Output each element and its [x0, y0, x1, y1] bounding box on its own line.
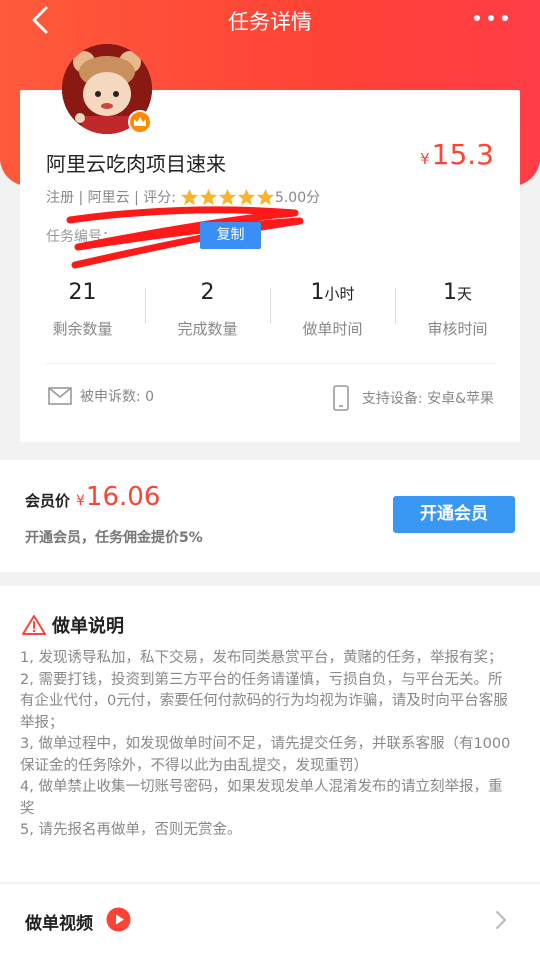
task-title: 阿里云吃肉项目速来 — [46, 152, 226, 176]
list-item: 2, 需要打钱，投资到第三方平台的任务请谨慎，亏损自负，与平台无关。所有企业代付… — [20, 671, 508, 731]
member-section: 会员价 ¥16.06 开通会员，任务佣金提价5% 开通会员 — [0, 460, 540, 572]
copy-button[interactable]: 复制 — [200, 222, 261, 249]
vip-crown-icon — [128, 110, 152, 134]
divider — [270, 288, 271, 324]
divider — [395, 288, 396, 324]
envelope-icon — [48, 387, 72, 405]
divider — [145, 288, 146, 324]
stat-work-time: 1小时 做单时间 — [302, 280, 363, 338]
task-video-row[interactable]: 做单视频 — [0, 883, 540, 956]
instructions-list: 1, 发现诱导私加，私下交易，发布同类悬赏平台，黄赌的任务，举报有奖； 2, 需… — [20, 648, 512, 842]
stat-completed: 2 完成数量 — [177, 280, 238, 338]
phone-icon — [333, 385, 349, 411]
list-item: 1, 发现诱导私加，私下交易，发布同类悬赏平台，黄赌的任务，举报有奖； — [20, 650, 503, 666]
stat-review-time: 1天 审核时间 — [427, 280, 488, 338]
more-options-icon[interactable] — [474, 10, 508, 26]
list-item: 5, 请先报名再做单，否则无赏金。 — [20, 822, 242, 838]
divider — [46, 363, 496, 364]
instructions-title: 做单说明 — [52, 616, 124, 637]
member-benefit-text: 开通会员，任务佣金提价5% — [25, 530, 203, 546]
instructions-section: 做单说明 1, 发现诱导私加，私下交易，发布同类悬赏平台，黄赌的任务，举报有奖；… — [0, 586, 540, 882]
task-video-title: 做单视频 — [25, 914, 93, 934]
list-item: 3, 做单过程中，如发现做单时间不足，请先提交任务，并联系客服（有1000保证金… — [20, 736, 511, 774]
page-title: 任务详情 — [228, 10, 312, 34]
chevron-right-icon — [496, 911, 506, 929]
supported-devices: 支持设备: 安卓&苹果 — [332, 385, 494, 411]
instructions-header: 做单说明 — [22, 612, 124, 638]
stat-remaining: 21 剩余数量 — [52, 280, 113, 338]
complaint-count: 被申诉数: 0 — [46, 385, 154, 407]
play-icon — [106, 907, 131, 932]
task-price: ¥15.3 — [420, 138, 494, 171]
warning-icon — [22, 615, 46, 635]
redaction-scribble — [66, 206, 304, 269]
list-item: 4, 做单禁止收集一切账号密码，如果发现发单人混淆发布的请立刻举报，重奖 — [20, 779, 503, 817]
member-price: ¥16.06 — [76, 482, 161, 512]
open-membership-button[interactable]: 开通会员 — [393, 496, 515, 533]
member-price-label: 会员价 — [25, 492, 71, 510]
